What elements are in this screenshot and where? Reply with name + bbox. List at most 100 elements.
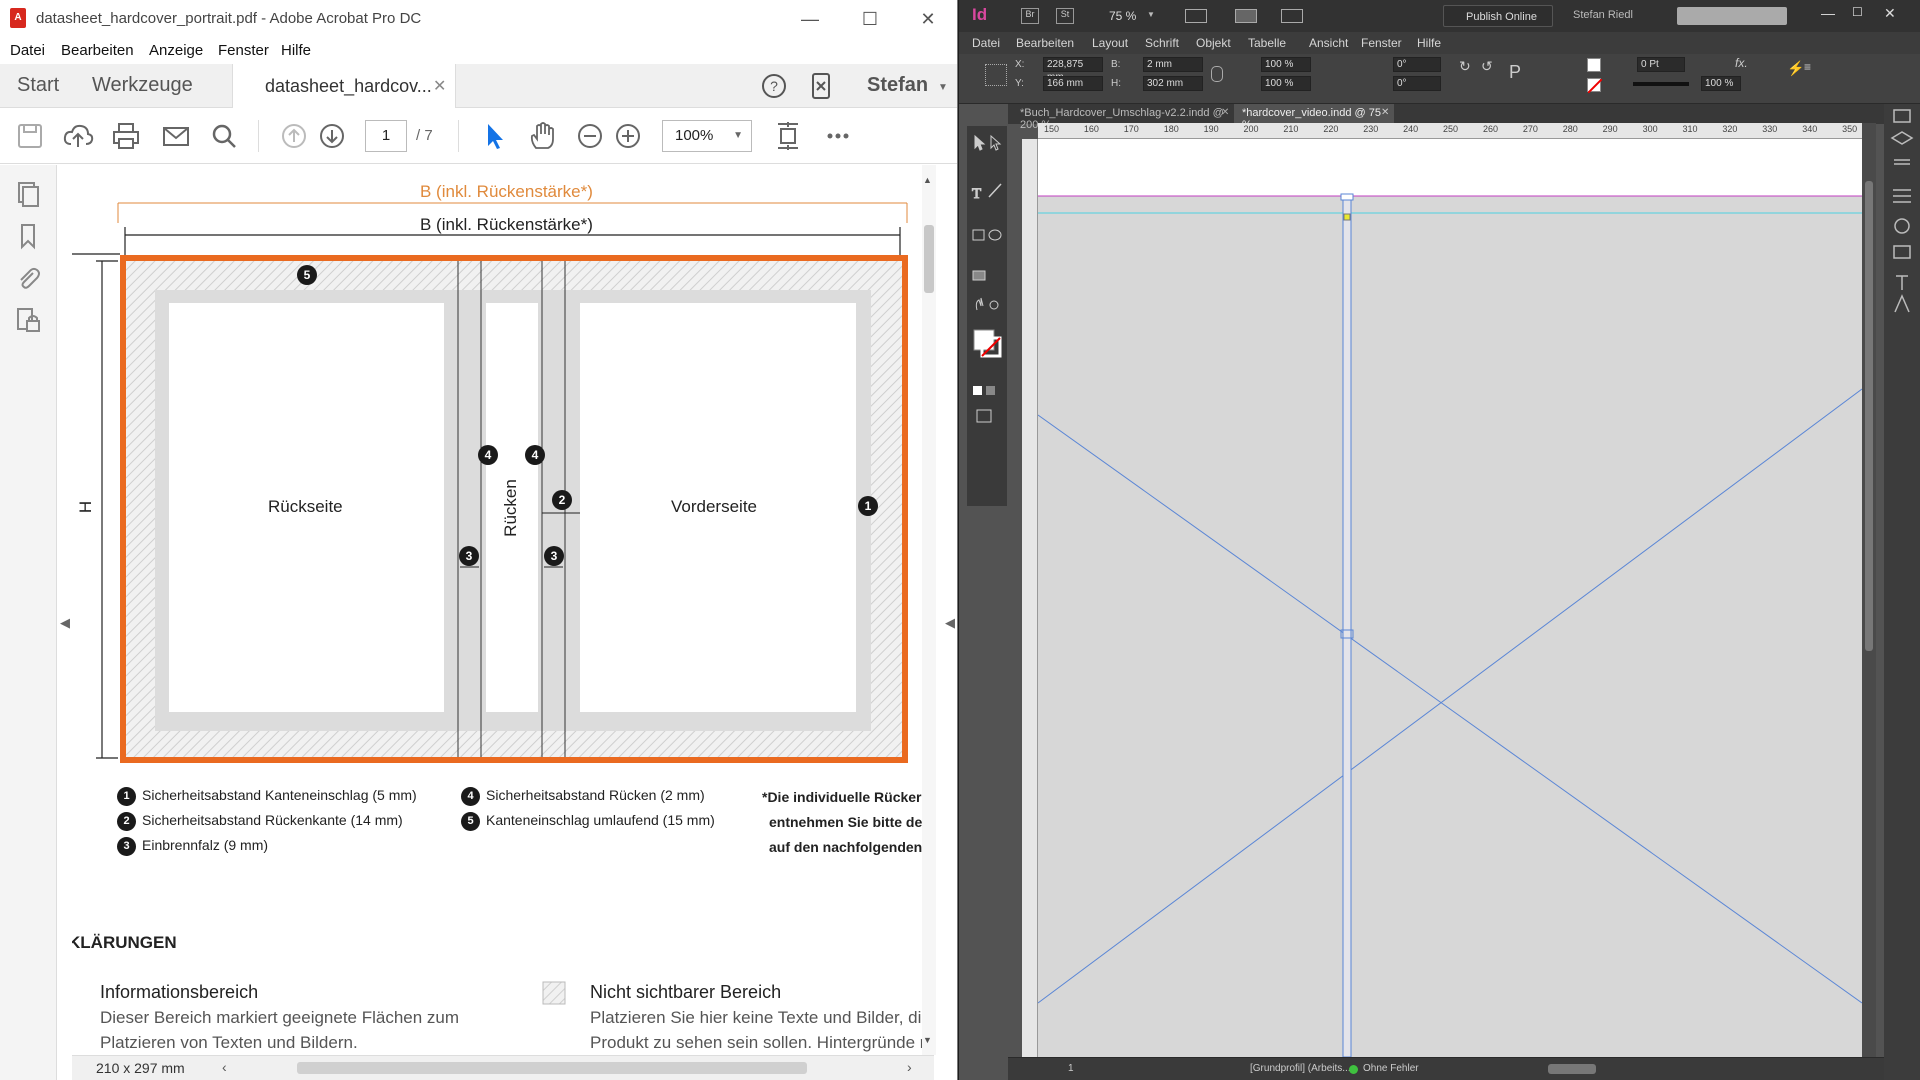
more-tools-icon[interactable]: [822, 120, 854, 152]
paragraph-panel-icon[interactable]: [1896, 275, 1908, 290]
selection-tool-icon[interactable]: [974, 134, 986, 151]
zoom-out-icon[interactable]: [574, 120, 606, 152]
prev-page-icon[interactable]: [278, 120, 310, 152]
lightning-icon[interactable]: ⚡: [1787, 60, 1804, 77]
search-icon[interactable]: [208, 120, 240, 152]
horizontal-scroll-thumb[interactable]: [1548, 1064, 1596, 1074]
fill-swatch[interactable]: [1587, 58, 1601, 72]
menu-anzeige[interactable]: Anzeige: [149, 42, 203, 59]
tab-document[interactable]: datasheet_hardcov... ✕: [232, 64, 456, 108]
search-input[interactable]: [1677, 7, 1787, 25]
rotation-field[interactable]: 0°: [1393, 57, 1441, 72]
menu-hilfe[interactable]: Hilfe: [281, 42, 311, 59]
stroke-style-select[interactable]: [1633, 82, 1689, 86]
maximize-button[interactable]: ☐: [1852, 5, 1863, 19]
flip-icon[interactable]: P: [1509, 62, 1521, 83]
scroll-thumb[interactable]: [1865, 181, 1873, 651]
panel-menu-icon[interactable]: ≡: [1804, 60, 1811, 74]
select-cursor-icon[interactable]: [478, 120, 510, 152]
chevron-down-icon[interactable]: ▼: [938, 82, 948, 93]
menu-hilfe[interactable]: Hilfe: [1417, 36, 1441, 50]
print-icon[interactable]: [110, 120, 142, 152]
bookmark-icon[interactable]: [14, 222, 42, 250]
rectangle-frame-tool-icon[interactable]: [972, 229, 985, 241]
type-tool-icon[interactable]: T: [972, 186, 982, 203]
page-thumbnails-icon[interactable]: [14, 180, 42, 208]
scroll-left-icon[interactable]: ‹: [222, 1059, 227, 1075]
minimize-button[interactable]: —: [790, 4, 830, 34]
frame-handle[interactable]: [1340, 193, 1354, 201]
ellipse-tool-icon[interactable]: [988, 229, 1002, 241]
horizontal-scroll-thumb[interactable]: [297, 1062, 807, 1074]
reference-point-icon[interactable]: [985, 64, 1007, 86]
height-field[interactable]: 302 mm: [1143, 76, 1203, 91]
menu-bearbeiten[interactable]: Bearbeiten: [61, 42, 134, 59]
tab-werkzeuge[interactable]: Werkzeuge: [92, 74, 193, 97]
stroke-panel-icon[interactable]: [1893, 189, 1911, 203]
page-number-input[interactable]: 1: [365, 120, 407, 152]
maximize-button[interactable]: ☐: [850, 4, 890, 34]
apply-color-icon[interactable]: [973, 386, 982, 395]
line-tool-icon[interactable]: [988, 183, 1002, 198]
close-button[interactable]: ✕: [1884, 5, 1896, 22]
zoom-tool-icon[interactable]: [989, 300, 999, 310]
vertical-scrollbar[interactable]: ▲ ▼: [922, 165, 936, 1055]
stroke-weight-field[interactable]: 0 Pt: [1637, 57, 1685, 72]
zoom-in-icon[interactable]: [612, 120, 644, 152]
menu-tabelle[interactable]: Tabelle: [1248, 36, 1286, 50]
stock-icon[interactable]: St: [1056, 8, 1074, 24]
shear-field[interactable]: 0°: [1393, 76, 1441, 91]
table-panel-icon[interactable]: [1893, 245, 1911, 259]
screen-mode-icon[interactable]: [1235, 9, 1257, 23]
pages-panel-icon[interactable]: [1893, 109, 1911, 123]
scroll-up-icon[interactable]: ▲: [923, 175, 932, 185]
hand-tool-icon[interactable]: [975, 297, 984, 311]
scroll-right-icon[interactable]: ›: [907, 1059, 912, 1075]
menu-bearbeiten[interactable]: Bearbeiten: [1016, 36, 1074, 50]
gradient-tool-icon[interactable]: [972, 270, 986, 281]
doc-tab-close-icon[interactable]: ✕: [1381, 107, 1389, 118]
character-panel-icon[interactable]: [1894, 294, 1910, 313]
scroll-down-icon[interactable]: ▼: [923, 1035, 932, 1045]
stroke-swatch[interactable]: [1587, 78, 1603, 94]
upload-cloud-icon[interactable]: [62, 120, 94, 152]
mail-icon[interactable]: [160, 120, 192, 152]
pdf-document-view[interactable]: B (inkl. Rückenstärke*) B (inkl. Rückens…: [72, 165, 934, 1055]
doc-tab-active[interactable]: *hardcover_video.indd @ 75 %: [1234, 104, 1394, 131]
chevron-down-icon[interactable]: ▼: [1147, 10, 1155, 19]
user-menu[interactable]: Stefan: [867, 74, 928, 97]
x-position-field[interactable]: 228,875 mm: [1043, 57, 1103, 83]
publish-online-button[interactable]: Publish Online: [1443, 5, 1553, 27]
collapse-left-icon[interactable]: ◀: [60, 615, 70, 631]
layout-canvas[interactable]: [1038, 139, 1862, 1057]
menu-datei[interactable]: Datei: [10, 42, 45, 59]
scroll-mode-icon[interactable]: [772, 120, 804, 152]
doc-tab-close-icon[interactable]: ✕: [1221, 107, 1229, 118]
help-icon[interactable]: ?: [760, 72, 788, 100]
menu-objekt[interactable]: Objekt: [1196, 36, 1231, 50]
menu-datei[interactable]: Datei: [972, 36, 1000, 50]
preflight-errors[interactable]: Ohne Fehler: [1363, 1063, 1419, 1074]
view-options-icon[interactable]: [1185, 9, 1207, 23]
spine-frame[interactable]: [1342, 195, 1352, 1057]
opacity-field[interactable]: 100 %: [1701, 76, 1741, 91]
minimize-button[interactable]: —: [1821, 5, 1835, 21]
menu-schrift[interactable]: Schrift: [1145, 36, 1179, 50]
tool-icons[interactable]: T: [969, 130, 1005, 502]
menu-layout[interactable]: Layout: [1092, 36, 1128, 50]
attachment-icon[interactable]: [14, 264, 42, 292]
scale-x-field[interactable]: 100 %: [1261, 57, 1311, 72]
rotate-ccw-icon[interactable]: ↺: [1481, 58, 1493, 75]
preflight-profile[interactable]: [Grundprofil] (Arbeits...: [1250, 1063, 1351, 1074]
arrange-documents-icon[interactable]: [1281, 9, 1303, 23]
panel-icons[interactable]: [1884, 104, 1920, 704]
direct-selection-tool-icon[interactable]: [990, 134, 1002, 151]
collapse-right-icon[interactable]: ◀: [945, 615, 955, 631]
y-position-field[interactable]: 166 mm: [1043, 76, 1103, 91]
close-button[interactable]: ✕: [908, 4, 948, 34]
zoom-select[interactable]: 100% ▼: [662, 120, 752, 152]
hand-tool-icon[interactable]: [526, 120, 558, 152]
doc-tab[interactable]: *Buch_Hardcover_Umschlag-v2.2.indd @ 200…: [1012, 104, 1236, 131]
rotate-icon[interactable]: ↻: [1459, 58, 1471, 75]
page-field[interactable]: 1: [1068, 1063, 1074, 1074]
